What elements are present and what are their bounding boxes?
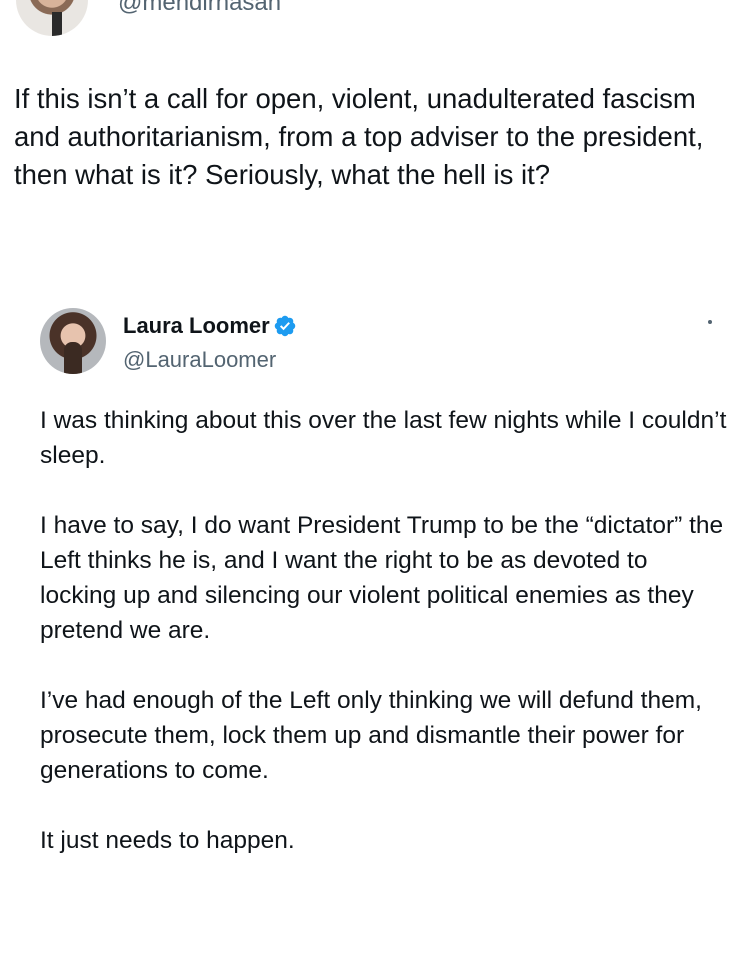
quoted-tweet-header[interactable]: Laura Loomer @LauraLoomer <box>40 306 730 386</box>
outer-avatar[interactable] <box>16 0 88 36</box>
quoted-avatar[interactable] <box>40 308 106 374</box>
avatar-tie-detail <box>52 12 62 36</box>
quoted-tweet-body: I was thinking about this over the last … <box>40 403 730 893</box>
more-options-icon[interactable] <box>708 320 712 324</box>
outer-tweet-header: @mehdirhasan <box>0 0 751 40</box>
avatar-hair-detail <box>64 342 82 374</box>
quoted-paragraph-4: It just needs to happen. <box>40 827 295 854</box>
quoted-handle[interactable]: @LauraLoomer <box>123 346 276 374</box>
outer-tweet-text: If this isn’t a call for open, violent, … <box>14 83 704 190</box>
outer-handle[interactable]: @mehdirhasan <box>118 0 281 18</box>
quoted-paragraph-1: I was thinking about this over the last … <box>40 407 727 469</box>
quoted-paragraph-3: I’ve had enough of the Left only thinkin… <box>40 687 702 784</box>
quoted-paragraph-2: I have to say, I do want President Trump… <box>40 512 724 644</box>
quoted-display-name[interactable]: Laura Loomer <box>123 312 297 340</box>
quoted-display-name-text: Laura Loomer <box>123 313 270 338</box>
verified-badge-icon <box>274 315 295 337</box>
